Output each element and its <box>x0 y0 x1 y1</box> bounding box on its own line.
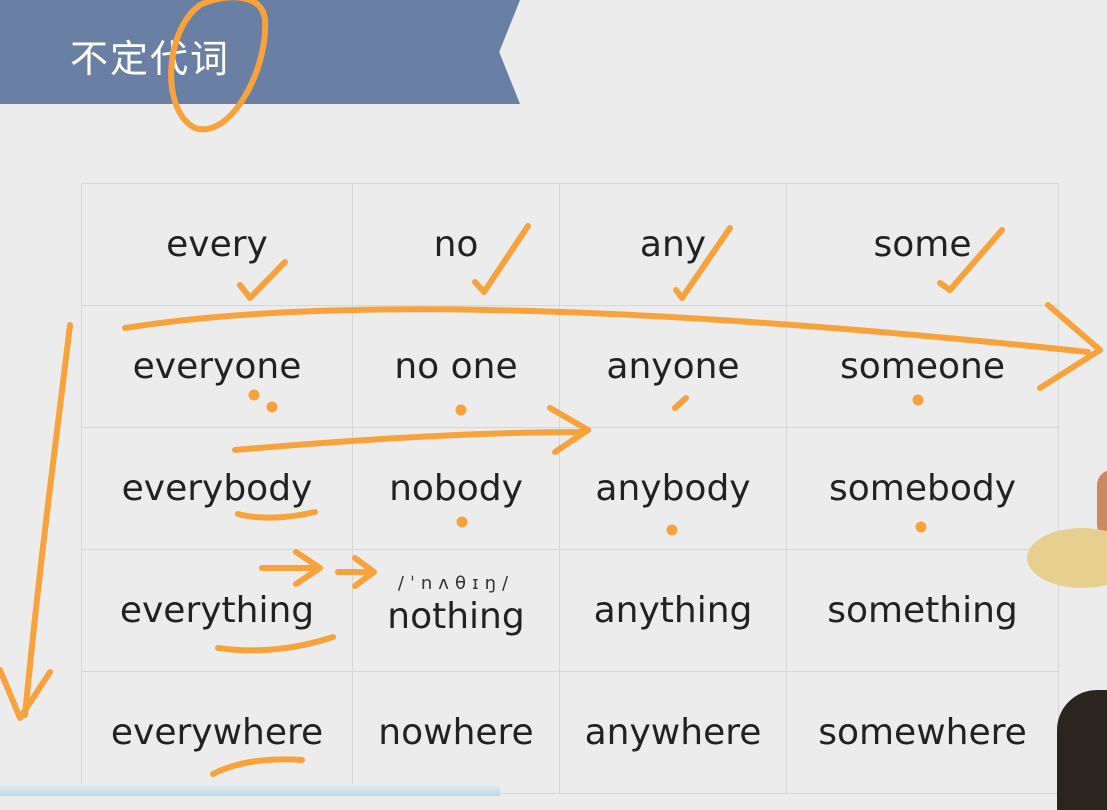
table-row: everything /ˈnʌθɪŋ/ nothing anything som… <box>81 549 1059 672</box>
table-cell: everyone <box>81 305 353 428</box>
table-cell-nothing: /ˈnʌθɪŋ/ nothing <box>352 549 560 672</box>
table-cell: anywhere <box>559 671 787 794</box>
phonetic-transcription: /ˈnʌθɪŋ/ <box>397 572 515 594</box>
bottom-strip <box>0 784 500 796</box>
table-cell: somewhere <box>786 671 1059 794</box>
table-cell: nowhere <box>352 671 560 794</box>
table-cell: everything <box>81 549 353 672</box>
table-row: everywhere nowhere anywhere somewhere <box>81 671 1059 794</box>
table-row: every no any some <box>81 183 1059 306</box>
table-cell: someone <box>786 305 1059 428</box>
table-cell: some <box>786 183 1059 306</box>
table-cell: anybody <box>559 427 787 550</box>
table-cell: everybody <box>81 427 353 550</box>
table-cell: anyone <box>559 305 787 428</box>
table-row: everyone no one anyone someone <box>81 305 1059 428</box>
table-cell: anything <box>559 549 787 672</box>
table-cell: somebody <box>786 427 1059 550</box>
table-cell: nobody <box>352 427 560 550</box>
table-cell: no one <box>352 305 560 428</box>
cell-word: nothing <box>387 595 525 637</box>
table-cell: every <box>81 183 353 306</box>
table-row: everybody nobody anybody somebody <box>81 427 1059 550</box>
page-title: 不定代词 <box>70 37 231 81</box>
indefinite-pronoun-table: every no any some everyone no one anyone… <box>81 183 1059 794</box>
arrowhead <box>0 667 53 721</box>
table-cell: everywhere <box>81 671 353 794</box>
table-cell: something <box>786 549 1059 672</box>
vertical-arrow <box>22 322 73 718</box>
title-banner: 不定代词 <box>0 0 520 104</box>
table-cell: no <box>352 183 560 306</box>
table-cell: any <box>559 183 787 306</box>
presenter-body <box>1057 690 1107 810</box>
